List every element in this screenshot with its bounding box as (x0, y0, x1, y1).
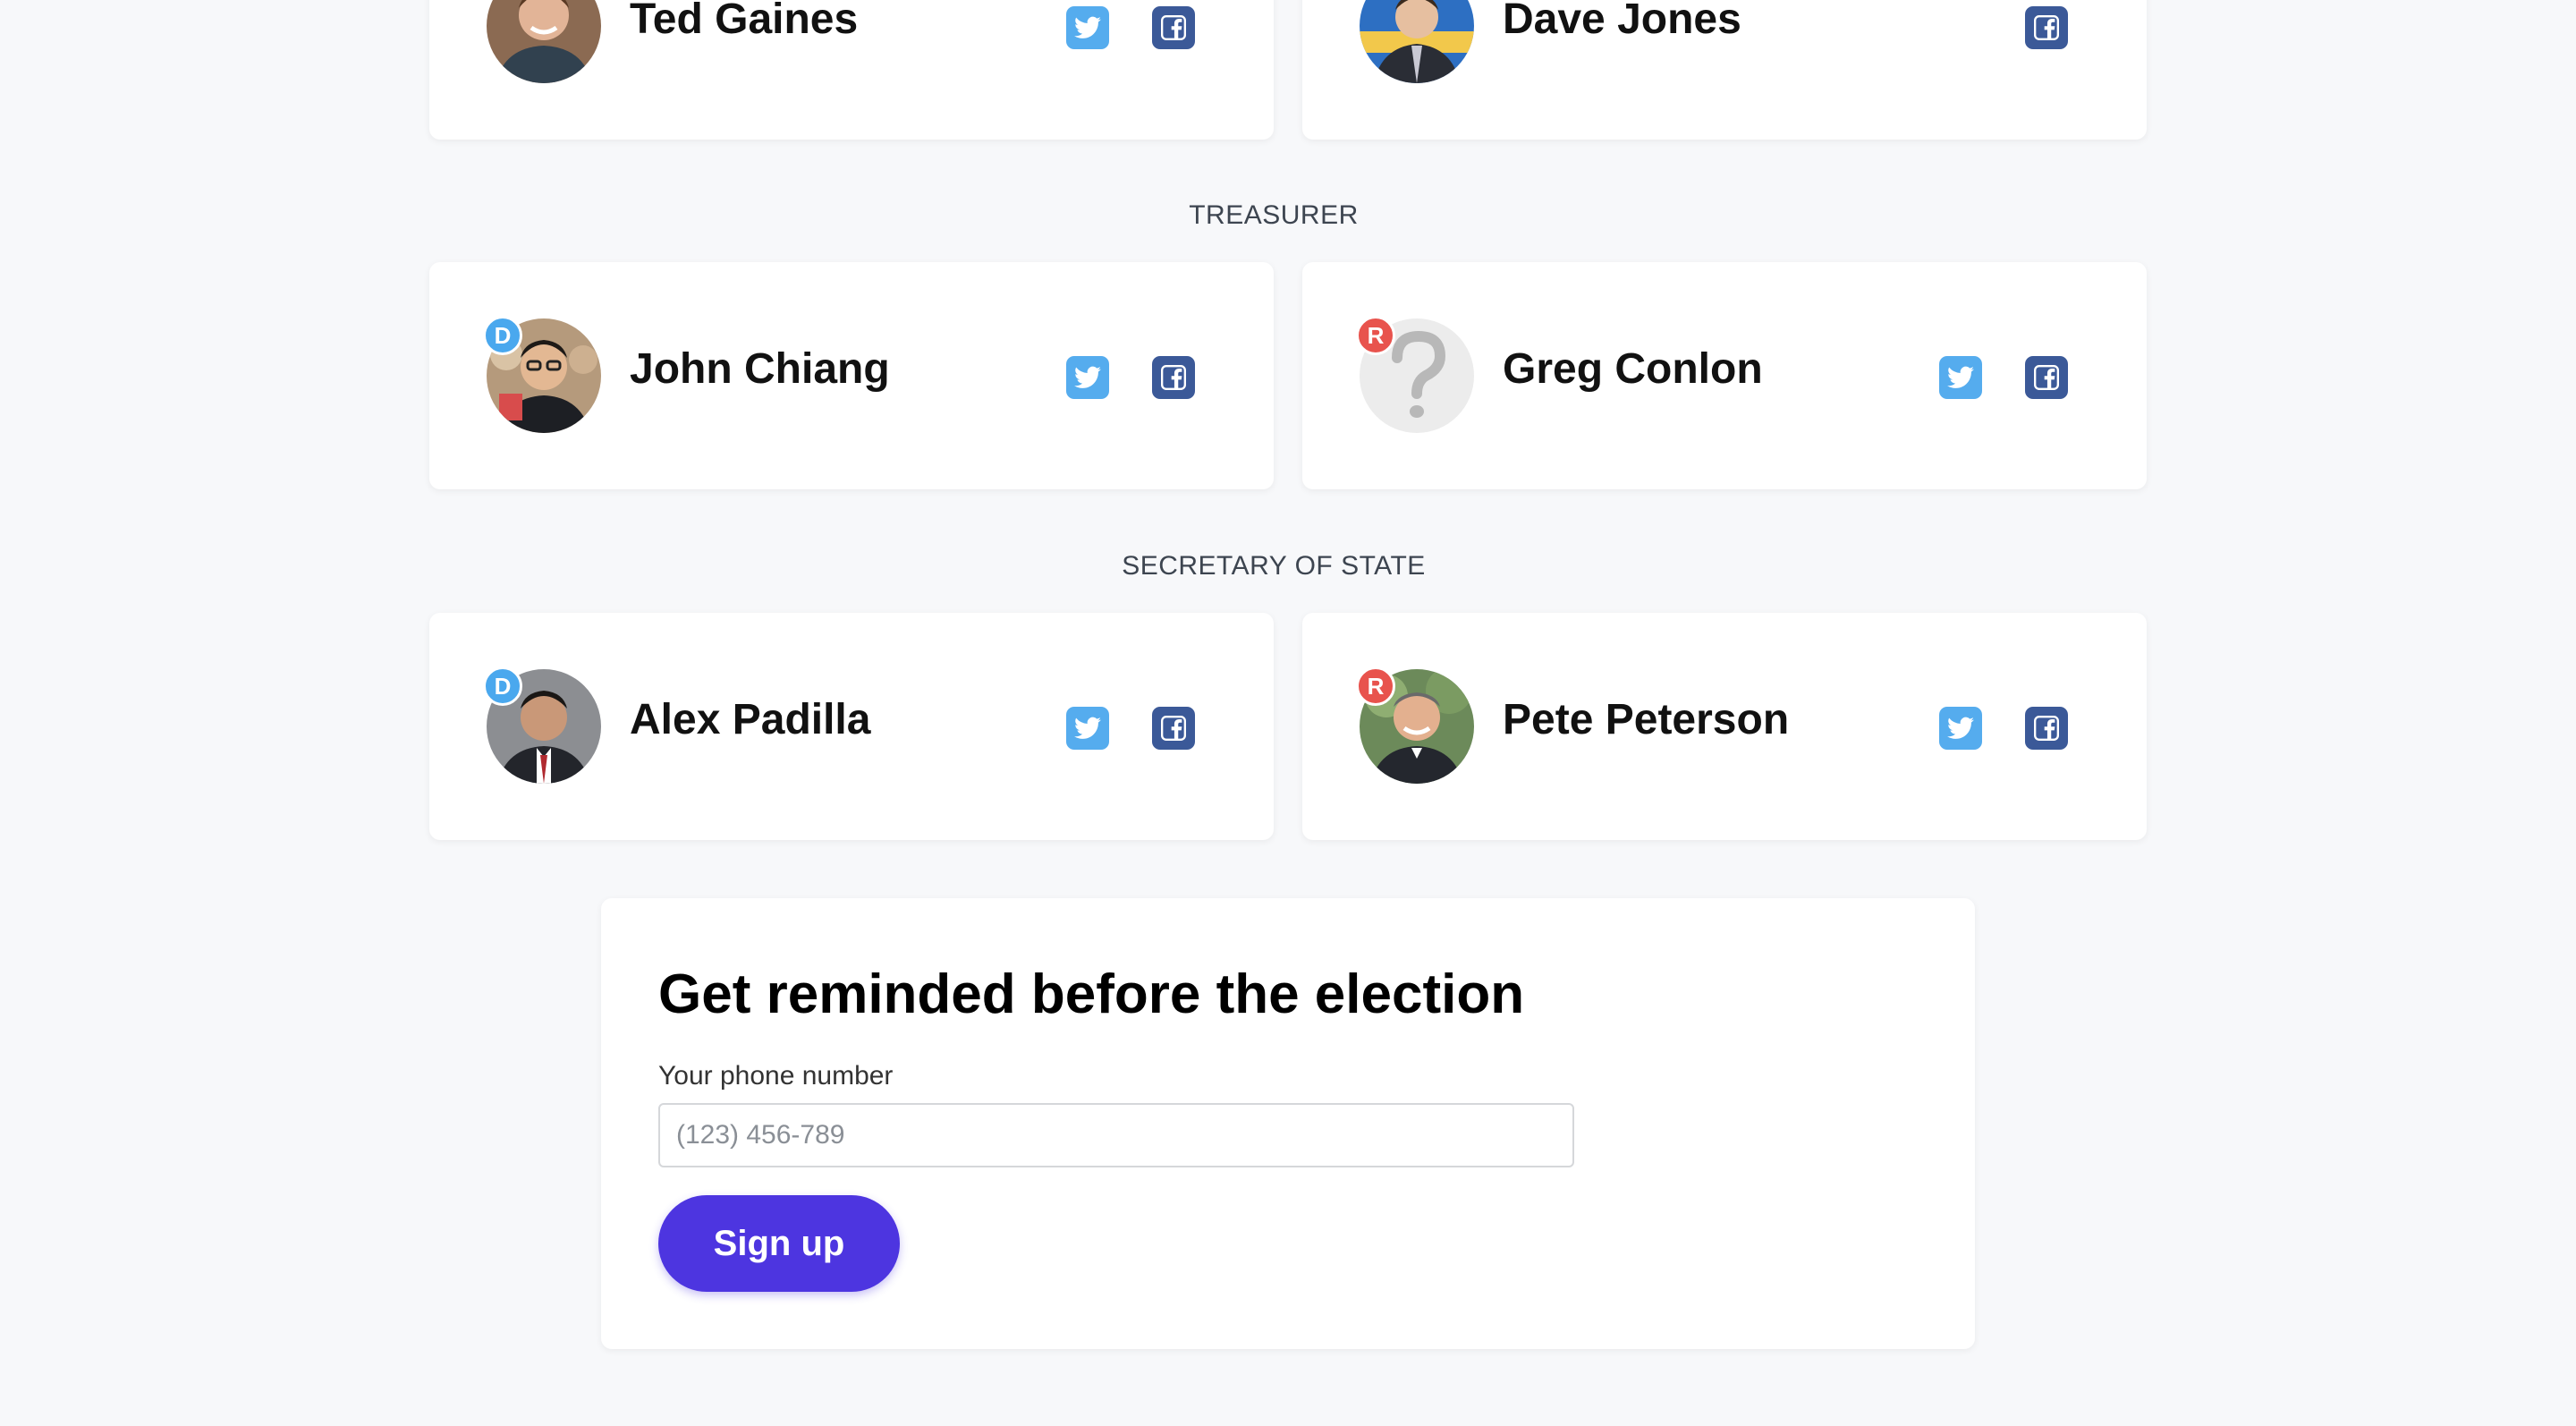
facebook-icon[interactable] (1152, 707, 1195, 750)
twitter-icon[interactable] (1066, 356, 1109, 399)
facebook-icon[interactable] (1152, 6, 1195, 49)
candidate-photo (487, 0, 601, 83)
candidate-name[interactable]: Greg Conlon (1503, 344, 1763, 394)
party-badge: R (1356, 316, 1395, 355)
sign-up-button[interactable]: Sign up (658, 1195, 900, 1292)
party-badge: R (1356, 666, 1395, 706)
candidate-card[interactable]: R Greg Conlon (1302, 262, 2147, 489)
section-label-treasurer: TREASURER (1189, 200, 1359, 230)
phone-number-input[interactable] (658, 1103, 1574, 1167)
party-badge: D (483, 666, 522, 706)
candidate-card[interactable]: R Pete Peterson (1302, 613, 2147, 840)
candidate-name[interactable]: Pete Peterson (1503, 695, 1789, 744)
facebook-icon[interactable] (2025, 356, 2068, 399)
candidate-name[interactable]: John Chiang (630, 344, 890, 394)
twitter-icon[interactable] (1939, 356, 1982, 399)
facebook-icon[interactable] (1152, 356, 1195, 399)
candidate-name[interactable]: Alex Padilla (630, 695, 870, 744)
candidate-photo (1360, 0, 1474, 83)
party-badge: D (483, 316, 522, 355)
candidate-name[interactable]: Ted Gaines (630, 0, 858, 44)
phone-field-label: Your phone number (658, 1061, 894, 1091)
page: Ted Gaines Dave Jones TREASURER D John C… (0, 0, 2576, 1426)
candidate-card[interactable]: Ted Gaines (429, 0, 1274, 140)
facebook-icon[interactable] (2025, 6, 2068, 49)
candidate-card[interactable]: D John Chiang (429, 262, 1274, 489)
twitter-icon[interactable] (1066, 707, 1109, 750)
reminder-signup-card: Get reminded before the election Your ph… (601, 898, 1975, 1349)
reminder-title: Get reminded before the election (658, 963, 1525, 1025)
section-label-secretary-of-state: SECRETARY OF STATE (1122, 551, 1426, 581)
facebook-icon[interactable] (2025, 707, 2068, 750)
candidate-card[interactable]: D Alex Padilla (429, 613, 1274, 840)
twitter-icon[interactable] (1066, 6, 1109, 49)
candidate-card[interactable]: Dave Jones (1302, 0, 2147, 140)
candidate-name[interactable]: Dave Jones (1503, 0, 1741, 44)
twitter-icon[interactable] (1939, 707, 1982, 750)
